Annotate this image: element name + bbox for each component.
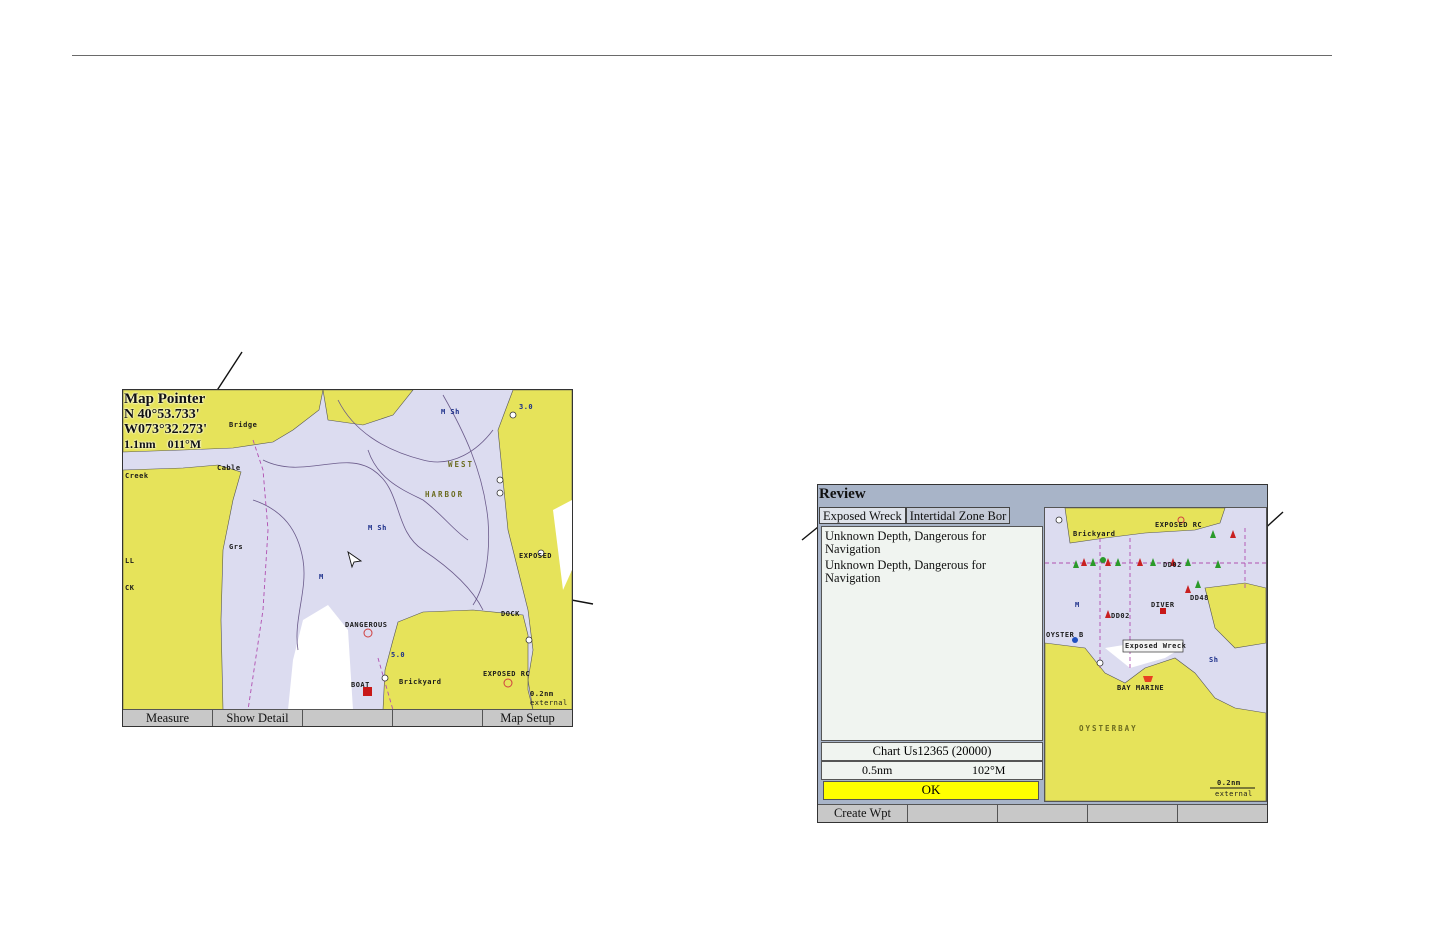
map-label-creek: Creek bbox=[125, 472, 149, 480]
map-label-exposed: EXPOSED bbox=[519, 552, 553, 560]
description-line-2: Unknown Depth, Dangerous for Navigation bbox=[825, 558, 987, 585]
review-map-scale-mode: external bbox=[1215, 790, 1253, 798]
review-map-m: M bbox=[1075, 601, 1080, 609]
review-map-oysterbay: OYSTERBAY bbox=[1079, 724, 1138, 733]
map-label-exposed-rc: EXPOSED RC bbox=[483, 670, 531, 678]
map-label-depth-3: 3.0 bbox=[519, 403, 534, 411]
map-pointer-softkeys: Measure Show Detail Map Setup bbox=[123, 709, 572, 726]
map-label-ck: CK bbox=[125, 584, 135, 592]
blank-softkey-4[interactable] bbox=[393, 710, 483, 726]
pointer-latitude: N 40°53.733' bbox=[124, 407, 200, 422]
pointer-distance-bearing: 1.1nm 011°M bbox=[124, 437, 207, 451]
review-chart-map bbox=[1045, 508, 1266, 801]
review-map-diver: DIVER bbox=[1151, 601, 1175, 609]
review-map-exposed-wreck: Exposed Wreck bbox=[1125, 642, 1187, 650]
review-map-preview[interactable]: EXPOSED RC Brickyard DD02 DD02 DD48 DIVE… bbox=[1044, 507, 1267, 802]
map-pointer-title: Map Pointer bbox=[124, 391, 206, 407]
map-label-grs: Grs bbox=[229, 543, 244, 551]
map-label-m: M bbox=[319, 573, 324, 581]
review-tabs: Exposed Wreck Intertidal Zone Bor bbox=[819, 507, 1040, 524]
map-label-cable: Cable bbox=[217, 464, 241, 472]
map-scale: 0.2nm bbox=[530, 690, 554, 698]
blank-softkey-4[interactable] bbox=[1088, 805, 1178, 822]
distance-bearing-row: 0.5nm 102°M bbox=[821, 761, 1043, 780]
show-detail-softkey[interactable]: Show Detail bbox=[213, 710, 303, 726]
map-label-west: WEST bbox=[448, 460, 475, 469]
review-map-sh: Sh bbox=[1209, 656, 1219, 664]
review-map-scale: 0.2nm bbox=[1217, 779, 1241, 787]
review-map-oyster: OYSTER B bbox=[1046, 631, 1084, 639]
tab-intertidal-zone[interactable]: Intertidal Zone Bor bbox=[905, 507, 1011, 524]
pointer-bearing: 011°M bbox=[167, 437, 202, 451]
page-rule bbox=[72, 55, 1332, 56]
review-description-panel: Unknown Depth, Dangerous for Navigation … bbox=[821, 526, 1043, 741]
blank-softkey-3[interactable] bbox=[998, 805, 1088, 822]
map-label-boat: BOAT bbox=[351, 681, 370, 689]
pointer-longitude: W073°32.273' bbox=[124, 422, 207, 437]
map-pointer-screen: Map Pointer N 40°53.733' W073°32.273' 1.… bbox=[122, 389, 573, 727]
map-setup-softkey[interactable]: Map Setup bbox=[483, 710, 572, 726]
tab-exposed-wreck[interactable]: Exposed Wreck bbox=[819, 507, 906, 524]
map-label-brickyard: Brickyard bbox=[399, 678, 442, 686]
pointer-info-panel: Map Pointer N 40°53.733' W073°32.273' 1.… bbox=[124, 391, 207, 451]
review-map-dd02-a: DD02 bbox=[1163, 561, 1182, 569]
review-map-exposed-rc: EXPOSED RC bbox=[1155, 521, 1203, 529]
chart-info: Chart Us12365 (20000) bbox=[821, 742, 1043, 761]
description-line-1: Unknown Depth, Dangerous for Navigation bbox=[825, 529, 987, 556]
review-map-brickyard: Brickyard bbox=[1073, 530, 1116, 538]
pointer-distance: 1.1nm bbox=[124, 437, 156, 451]
review-bearing: 102°M bbox=[972, 763, 1006, 777]
map-label-bridge: Bridge bbox=[229, 421, 258, 429]
review-title: Review bbox=[819, 486, 866, 502]
map-scale-mode: external bbox=[530, 699, 568, 707]
map-label-msh-center: M Sh bbox=[368, 524, 387, 532]
review-distance: 0.5nm bbox=[862, 763, 893, 777]
review-map-dd02-b: DD02 bbox=[1111, 612, 1130, 620]
map-label-depth-5: 5.0 bbox=[391, 651, 406, 659]
create-wpt-softkey[interactable]: Create Wpt bbox=[818, 805, 908, 822]
review-map-bay-marine: BAY MARINE bbox=[1117, 684, 1165, 692]
review-map-dd48: DD48 bbox=[1190, 594, 1209, 602]
map-label-harbor: HARBOR bbox=[425, 490, 465, 499]
blank-softkey-3[interactable] bbox=[303, 710, 393, 726]
blank-softkey-5[interactable] bbox=[1178, 805, 1267, 822]
review-softkeys: Create Wpt bbox=[818, 804, 1267, 822]
blank-softkey-2[interactable] bbox=[908, 805, 998, 822]
map-label-dangerous: DANGEROUS bbox=[345, 621, 388, 629]
measure-softkey[interactable]: Measure bbox=[123, 710, 213, 726]
map-label-dock: DOCK bbox=[501, 610, 520, 618]
review-screen: Review Exposed Wreck Intertidal Zone Bor… bbox=[817, 484, 1268, 823]
map-label-ll: LL bbox=[125, 557, 135, 565]
map-label-msh-north: M Sh bbox=[441, 408, 460, 416]
ok-button[interactable]: OK bbox=[823, 781, 1039, 800]
